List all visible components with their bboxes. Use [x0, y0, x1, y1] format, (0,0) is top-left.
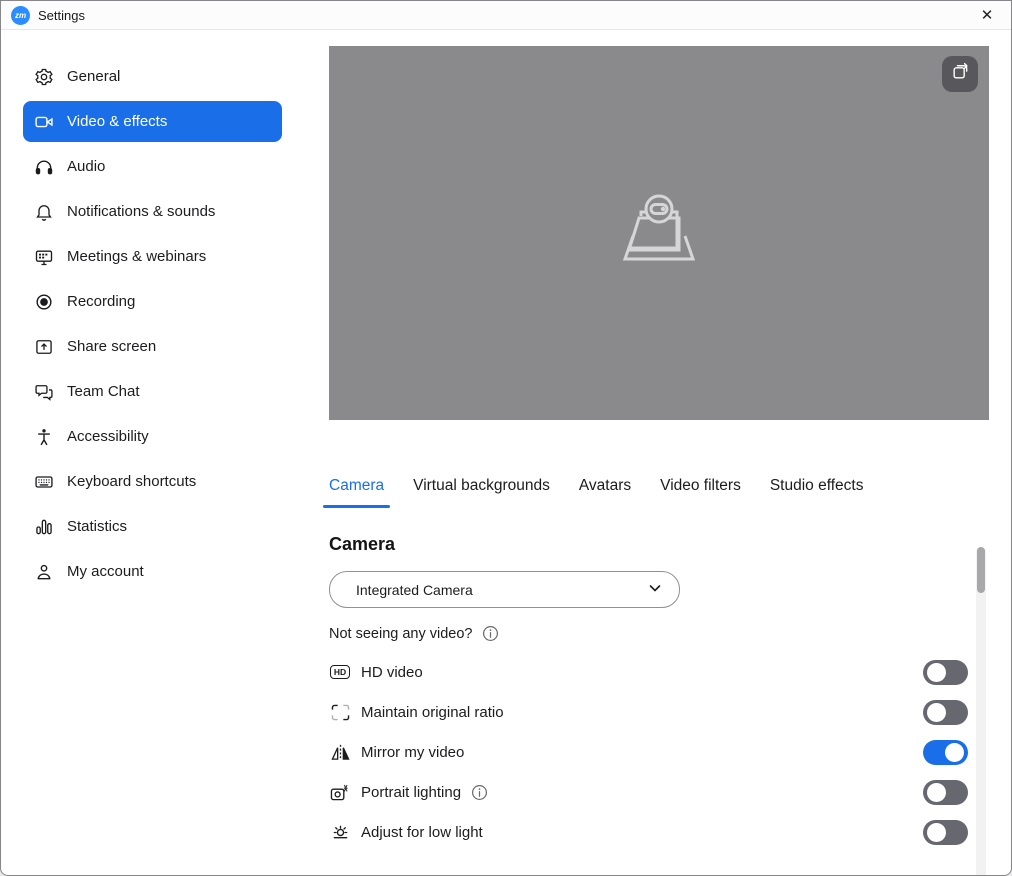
- record-icon: [34, 292, 54, 312]
- rotate-camera-button[interactable]: [942, 56, 978, 92]
- sidebar-item-label: General: [67, 68, 120, 85]
- titlebar: zm Settings ✕: [1, 1, 1011, 30]
- video-preview: [329, 46, 989, 420]
- sidebar-item-label: Notifications & sounds: [67, 203, 215, 220]
- meeting-screen-icon: [34, 247, 54, 267]
- tab-label: Studio effects: [770, 477, 864, 494]
- maintain-ratio-toggle[interactable]: [923, 700, 968, 725]
- sidebar-item-label: Recording: [67, 293, 135, 310]
- tab-label: Avatars: [579, 477, 631, 494]
- settings-sidebar: General Video & effects Audio Notificati…: [1, 30, 329, 875]
- camera-toggle-list: HD HD video Maintain original ratio Mirr: [329, 652, 968, 852]
- sidebar-item-label: Accessibility: [67, 428, 149, 445]
- sidebar-item-label: Audio: [67, 158, 105, 175]
- video-settings-panel: Camera Virtual backgrounds Avatars Video…: [329, 30, 1011, 875]
- toggle-row-low-light: Adjust for low light: [329, 812, 968, 852]
- bar-chart-icon: [34, 517, 54, 537]
- sidebar-item-share-screen[interactable]: Share screen: [23, 326, 282, 367]
- chevron-down-icon: [647, 580, 663, 599]
- toggle-row-maintain-ratio: Maintain original ratio: [329, 692, 968, 732]
- sidebar-item-accessibility[interactable]: Accessibility: [23, 416, 282, 457]
- toggle-label: Mirror my video: [361, 744, 464, 761]
- chat-bubbles-icon: [34, 382, 54, 402]
- sidebar-item-label: Team Chat: [67, 383, 140, 400]
- sidebar-item-label: Video & effects: [67, 113, 167, 130]
- bell-icon: [34, 202, 54, 222]
- toggle-row-mirror-video: Mirror my video: [329, 732, 968, 772]
- toggle-label: HD video: [361, 664, 423, 681]
- not-seeing-video-link[interactable]: Not seeing any video?: [329, 626, 473, 642]
- window-title: Settings: [38, 8, 85, 23]
- sidebar-item-keyboard-shortcuts[interactable]: Keyboard shortcuts: [23, 461, 282, 502]
- low-light-icon: [329, 822, 351, 842]
- info-icon[interactable]: [482, 625, 499, 642]
- mirror-icon: [329, 742, 351, 762]
- sidebar-item-my-account[interactable]: My account: [23, 551, 282, 592]
- scrollbar-thumb[interactable]: [977, 547, 985, 593]
- gear-icon: [34, 67, 54, 87]
- mirror-video-toggle[interactable]: [923, 740, 968, 765]
- toggle-row-hd-video: HD HD video: [329, 652, 968, 692]
- toggle-label: Maintain original ratio: [361, 704, 504, 721]
- portrait-light-icon: [329, 782, 351, 802]
- zoom-logo-icon: zm: [11, 6, 30, 25]
- accessibility-icon: [34, 427, 54, 447]
- tab-video-filters[interactable]: Video filters: [660, 477, 741, 508]
- rotate-icon: [950, 62, 970, 87]
- info-icon[interactable]: [471, 784, 488, 801]
- tab-studio-effects[interactable]: Studio effects: [770, 477, 864, 508]
- sidebar-item-notifications[interactable]: Notifications & sounds: [23, 191, 282, 232]
- tab-camera[interactable]: Camera: [329, 477, 384, 508]
- video-camera-icon: [34, 112, 54, 132]
- tab-label: Virtual backgrounds: [413, 477, 550, 494]
- webcam-icon: [616, 191, 702, 276]
- toggle-label: Portrait lighting: [361, 784, 461, 801]
- sidebar-item-recording[interactable]: Recording: [23, 281, 282, 322]
- sidebar-item-team-chat[interactable]: Team Chat: [23, 371, 282, 412]
- sidebar-item-label: Statistics: [67, 518, 127, 535]
- hd-icon: HD: [329, 662, 351, 682]
- tab-avatars[interactable]: Avatars: [579, 477, 631, 508]
- camera-select-dropdown[interactable]: Integrated Camera: [329, 571, 680, 608]
- video-tabs: Camera Virtual backgrounds Avatars Video…: [329, 477, 989, 508]
- toggle-row-portrait-lighting: Portrait lighting: [329, 772, 968, 812]
- hd-video-toggle[interactable]: [923, 660, 968, 685]
- sidebar-item-audio[interactable]: Audio: [23, 146, 282, 187]
- sidebar-item-statistics[interactable]: Statistics: [23, 506, 282, 547]
- camera-heading: Camera: [329, 534, 1011, 555]
- share-screen-icon: [34, 337, 54, 357]
- tab-virtual-backgrounds[interactable]: Virtual backgrounds: [413, 477, 550, 508]
- tab-label: Camera: [329, 477, 384, 494]
- sidebar-item-general[interactable]: General: [23, 56, 282, 97]
- sidebar-item-meetings[interactable]: Meetings & webinars: [23, 236, 282, 277]
- headphones-icon: [34, 157, 54, 177]
- scrollbar-track[interactable]: [976, 547, 986, 876]
- low-light-toggle[interactable]: [923, 820, 968, 845]
- toggle-label: Adjust for low light: [361, 824, 483, 841]
- sidebar-item-label: Meetings & webinars: [67, 248, 206, 265]
- sidebar-item-label: Keyboard shortcuts: [67, 473, 196, 490]
- keyboard-icon: [34, 472, 54, 492]
- close-icon[interactable]: ✕: [973, 2, 1001, 28]
- portrait-lighting-toggle[interactable]: [923, 780, 968, 805]
- tab-label: Video filters: [660, 477, 741, 494]
- aspect-ratio-icon: [329, 702, 351, 722]
- settings-window: zm Settings ✕ General Video & effects: [0, 0, 1012, 876]
- sidebar-item-video-effects[interactable]: Video & effects: [23, 101, 282, 142]
- camera-select-value: Integrated Camera: [356, 582, 473, 598]
- sidebar-item-label: Share screen: [67, 338, 156, 355]
- sidebar-item-label: My account: [67, 563, 144, 580]
- person-icon: [34, 562, 54, 582]
